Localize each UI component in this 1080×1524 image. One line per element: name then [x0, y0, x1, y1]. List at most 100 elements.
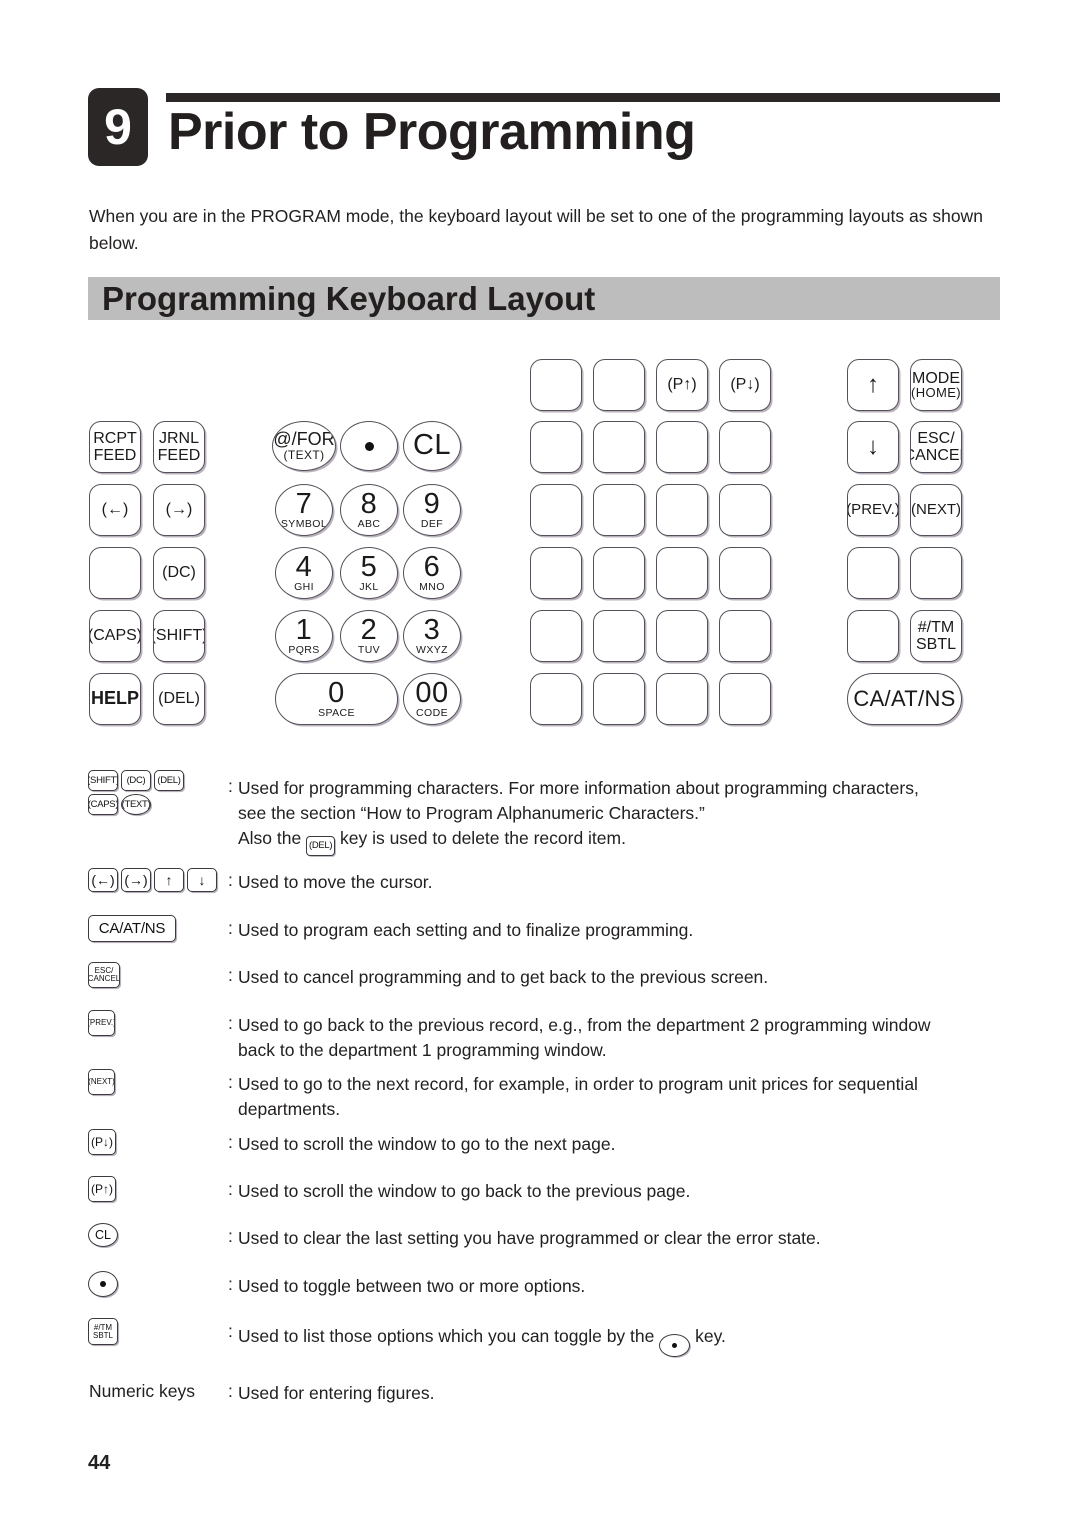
key-department-r4c4[interactable] [719, 547, 771, 599]
key-label-line2: FEED [157, 447, 201, 464]
key-department-r6c3[interactable] [656, 673, 708, 725]
key-department-r5c3[interactable] [656, 610, 708, 662]
key-department-r6c1[interactable] [530, 673, 582, 725]
key-rcpt-feed[interactable]: RCPT FEED [89, 421, 141, 473]
desc-text: Used to toggle between two or more optio… [238, 1276, 586, 1296]
key-arrow-up[interactable]: ↑ [847, 359, 899, 411]
key-2-tuv[interactable]: 2 TUV [340, 610, 398, 662]
key-page-up[interactable]: (P↑) [656, 359, 708, 411]
key-label-line1: (NEXT) [911, 500, 961, 518]
key-department-r5c1[interactable] [530, 610, 582, 662]
key-department-r2c2[interactable] [593, 421, 645, 473]
chip-dot-inline-icon [659, 1334, 691, 1357]
desc-text-line3-after: key is used to delete the record item. [339, 828, 626, 848]
key-sbtl[interactable]: #/TM SBTL [910, 610, 962, 662]
key-department-r3c4[interactable] [719, 484, 771, 536]
key-00-code[interactable]: 00 CODE [403, 673, 461, 725]
key-del[interactable]: (DEL) [153, 673, 205, 725]
key-4-ghi[interactable]: 4 GHI [275, 547, 333, 599]
key-department-r1c1[interactable] [530, 359, 582, 411]
arrow-up-icon: ↑ [867, 371, 879, 398]
chip-dc-icon: (DC) [121, 770, 151, 791]
key-0-space[interactable]: 0 SPACE [275, 673, 398, 725]
key-9-def[interactable]: 9 DEF [403, 484, 461, 536]
key-department-r4c2[interactable] [593, 547, 645, 599]
key-label-line1: CL [412, 429, 452, 462]
chip-shift-icon: (SHIFT) [88, 770, 118, 791]
key-label-line2: FEED [93, 447, 137, 464]
desc-text-line1: Used for programming characters. For mor… [238, 778, 919, 798]
key-cursor-right[interactable]: (→) [153, 484, 205, 536]
desc-text: Used to scroll the window to go back to … [238, 1181, 691, 1201]
key-label-line1: (DEL) [158, 690, 200, 708]
key-label-line1: (→) [165, 501, 193, 519]
key-label-line2: (HOME) [910, 385, 962, 401]
key-cl[interactable]: CL [403, 421, 461, 471]
key-label-line1: (PREV.) [847, 500, 899, 518]
key-department-r1c2[interactable] [593, 359, 645, 411]
desc-text: Used to move the cursor. [238, 872, 433, 892]
key-label-line1: ESC/ [917, 429, 955, 447]
key-label-line1: (SHIFT) [153, 627, 205, 645]
key-label-line2: TUV [357, 644, 381, 657]
key-label-line2: SYMBOL [280, 518, 328, 531]
desc-colon: : [228, 1132, 233, 1152]
key-caps[interactable]: (CAPS) [89, 610, 141, 662]
key-department-r6c2[interactable] [593, 673, 645, 725]
key-department-r4c1[interactable] [530, 547, 582, 599]
chip-del-icon: (DEL) [154, 770, 184, 791]
dot-glyph [672, 1343, 678, 1348]
desc-text-line3: Also the (DEL) key is used to delete the… [238, 826, 1000, 856]
key-dc[interactable]: (DC) [153, 547, 205, 599]
key-department-r2c3[interactable] [656, 421, 708, 473]
key-blank-left-1[interactable] [89, 547, 141, 599]
key-prev[interactable]: (PREV.) [847, 484, 899, 536]
key-department-r4c3[interactable] [656, 547, 708, 599]
key-blank-right-3[interactable] [847, 610, 899, 662]
key-jrnl-feed[interactable]: JRNL FEED [153, 421, 205, 473]
desc-text: Used to go back to the previous record, … [238, 1013, 1000, 1063]
key-esc-cancel[interactable]: ESC/ CANCEL [910, 421, 962, 473]
chapter-header: 9 Prior to Programming [88, 88, 1000, 174]
key-arrow-down[interactable]: ↓ [847, 421, 899, 473]
key-cursor-left[interactable]: (←) [89, 484, 141, 536]
key-shift[interactable]: (SHIFT) [153, 610, 205, 662]
key-6-mno[interactable]: 6 MNO [403, 547, 461, 599]
key-label-line2: PQRS [288, 644, 320, 657]
key-8-abc[interactable]: 8 ABC [340, 484, 398, 536]
key-at-for-text[interactable]: @/FOR (TEXT) [272, 421, 336, 471]
key-label-line1: 2 [360, 614, 378, 647]
key-mode-home[interactable]: MODE (HOME) [910, 359, 962, 411]
key-5-jkl[interactable]: 5 JKL [340, 547, 398, 599]
key-label-line1: (DC) [162, 564, 196, 582]
desc-text: Used for entering figures. [238, 1383, 435, 1403]
key-department-r5c2[interactable] [593, 610, 645, 662]
key-department-r5c4[interactable] [719, 610, 771, 662]
key-3-wxyz[interactable]: 3 WXYZ [403, 610, 461, 662]
key-blank-right-1[interactable] [847, 547, 899, 599]
key-department-r6c4[interactable] [719, 673, 771, 725]
key-blank-right-2[interactable] [910, 547, 962, 599]
desc-icon-group: CL [88, 1223, 228, 1247]
key-department-r3c2[interactable] [593, 484, 645, 536]
key-page-down[interactable]: (P↓) [719, 359, 771, 411]
key-department-r3c1[interactable] [530, 484, 582, 536]
key-label-line1: HELP [90, 688, 139, 709]
key-next[interactable]: (NEXT) [910, 484, 962, 536]
key-help[interactable]: HELP [89, 673, 141, 725]
key-department-r2c1[interactable] [530, 421, 582, 473]
key-7-symbol[interactable]: 7 SYMBOL [275, 484, 333, 536]
intro-paragraph: When you are in the PROGRAM mode, the ke… [89, 206, 983, 253]
key-dot-toggle[interactable] [340, 421, 398, 471]
desc-text: Used to list those options which you can… [238, 1324, 1000, 1357]
desc-text-line1: Used to go back to the previous record, … [238, 1015, 931, 1035]
key-label-line1: 8 [360, 488, 378, 521]
chip-row-1: (←) (→) ↑ ↓ [88, 868, 228, 892]
key-label-line1: 0 [328, 677, 345, 710]
desc-text-line3-before: Also the [238, 828, 302, 848]
key-department-r3c3[interactable] [656, 484, 708, 536]
key-department-r2c4[interactable] [719, 421, 771, 473]
key-1-pqrs[interactable]: 1 PQRS [275, 610, 333, 662]
key-ca-at-ns[interactable]: CA/AT/NS [847, 673, 962, 725]
desc-text-line1: Used to go to the next record, for examp… [238, 1074, 918, 1094]
